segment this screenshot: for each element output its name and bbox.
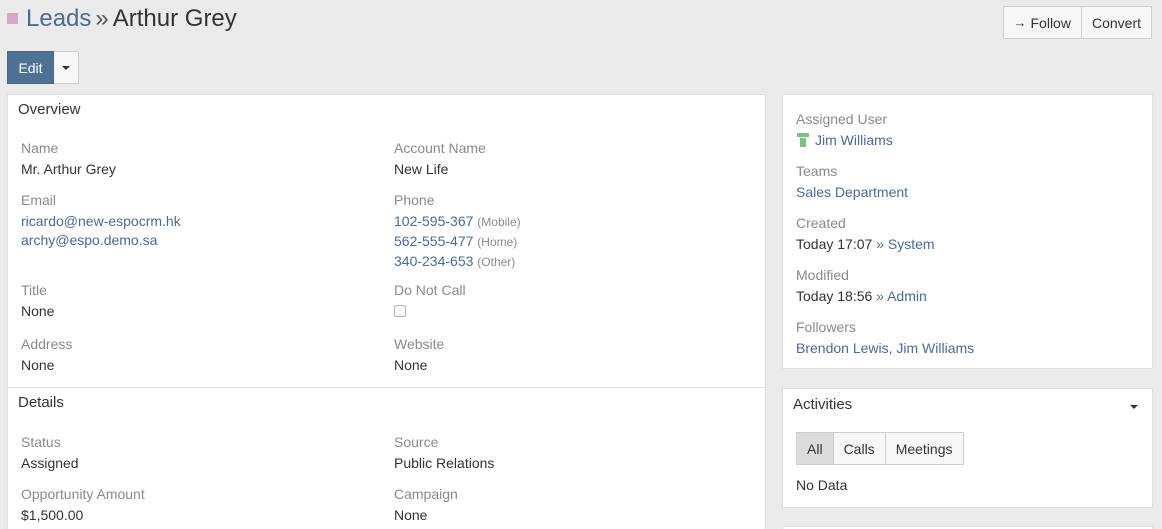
account-name-label: Account Name: [394, 140, 486, 156]
website-label: Website: [394, 336, 445, 352]
email-label: Email: [21, 192, 57, 208]
followers-link[interactable]: Brendon Lewis, Jim Williams: [796, 340, 974, 356]
record-name: Arthur Grey: [112, 5, 237, 32]
follow-button[interactable]: → Follow: [1002, 6, 1082, 39]
header-actions: → Follow Convert: [1002, 6, 1152, 39]
address-label: Address: [21, 336, 73, 352]
email-link[interactable]: ricardo@new-espocrm.hk: [21, 213, 181, 229]
arrow-right-icon: →: [1013, 15, 1027, 30]
activities-heading: Activities: [793, 396, 853, 413]
website-field: Website None: [394, 335, 754, 375]
followers-field: Followers Brendon Lewis, Jim Williams: [796, 318, 974, 358]
title-field: Title None: [21, 281, 381, 321]
team-link[interactable]: Sales Department: [796, 184, 908, 200]
opportunity-amount-value: $1,500.00: [21, 507, 84, 523]
modified-field: Modified Today 18:56 » Admin: [796, 266, 927, 306]
address-field: Address None: [21, 335, 381, 375]
status-field: Status Assigned: [21, 433, 381, 473]
created-by-link[interactable]: » System: [876, 236, 934, 252]
status-value: Assigned: [21, 455, 79, 471]
source-field: Source Public Relations: [394, 433, 754, 473]
source-label: Source: [394, 434, 439, 450]
overview-heading: Overview: [18, 101, 81, 118]
do-not-call-field: Do Not Call: [394, 281, 754, 317]
tab-calls[interactable]: Calls: [833, 432, 886, 465]
breadcrumb-leads-link[interactable]: Leads: [26, 5, 91, 32]
created-label: Created: [796, 215, 846, 231]
breadcrumb-separator: »: [95, 5, 109, 32]
status-label: Status: [21, 434, 61, 450]
created-field: Created Today 17:07 » System: [796, 214, 935, 254]
opportunity-amount-label: Opportunity Amount: [21, 486, 145, 502]
tab-meetings[interactable]: Meetings: [885, 432, 964, 465]
details-heading: Details: [18, 394, 64, 411]
title-value: None: [21, 303, 55, 319]
account-name-field: Account Name New Life: [394, 139, 754, 179]
record-detail-panel: Overview Name Mr. Arthur Grey Account Na…: [7, 94, 766, 529]
account-name-value: New Life: [394, 161, 449, 177]
phone-type: (Other): [477, 255, 516, 269]
edit-button[interactable]: Edit: [7, 51, 54, 84]
email-field: Email ricardo@new-espocrm.hk archy@espo.…: [21, 191, 381, 250]
entity-color-square: [7, 13, 18, 24]
follow-label: Follow: [1030, 14, 1071, 31]
side-panel: Assigned User Jim Williams Teams Sales D…: [782, 94, 1153, 369]
name-value: Mr. Arthur Grey: [21, 161, 116, 177]
do-not-call-checkbox: [394, 305, 406, 317]
activities-empty-text: No Data: [796, 477, 848, 493]
do-not-call-label: Do Not Call: [394, 282, 466, 298]
phone-link[interactable]: 562-555-477: [394, 233, 473, 249]
assigned-user-field: Assigned User Jim Williams: [796, 110, 893, 150]
modified-label: Modified: [796, 267, 849, 283]
activities-tabs: All Calls Meetings: [796, 432, 964, 465]
phone-link[interactable]: 102-595-367: [394, 213, 473, 229]
address-value: None: [21, 357, 55, 373]
tab-all[interactable]: All: [796, 432, 834, 465]
opportunity-amount-field: Opportunity Amount $1,500.00: [21, 485, 381, 525]
title-label: Title: [21, 282, 47, 298]
created-time: Today 17:07: [796, 236, 873, 252]
teams-field: Teams Sales Department: [796, 162, 908, 202]
phone-label: Phone: [394, 192, 435, 208]
phone-type: (Mobile): [477, 215, 521, 229]
modified-time: Today 18:56: [796, 288, 873, 304]
campaign-value: None: [394, 507, 428, 523]
phone-type: (Home): [477, 235, 518, 249]
assigned-user-link[interactable]: Jim Williams: [815, 132, 893, 148]
assigned-user-label: Assigned User: [796, 111, 888, 127]
section-divider: [8, 387, 765, 388]
email-link[interactable]: archy@espo.demo.sa: [21, 232, 157, 248]
phone-field: Phone 102-595-367 (Mobile) 562-555-477 (…: [394, 191, 754, 272]
name-label: Name: [21, 140, 59, 156]
source-value: Public Relations: [394, 455, 495, 471]
page-title: Leads» Arthur Grey: [26, 4, 237, 34]
caret-down-icon[interactable]: [1130, 405, 1138, 409]
modified-by-link[interactable]: » Admin: [876, 288, 927, 304]
phone-link[interactable]: 340-234-653: [394, 253, 473, 269]
followers-label: Followers: [796, 319, 856, 335]
convert-button[interactable]: Convert: [1081, 6, 1152, 39]
teams-label: Teams: [796, 163, 838, 179]
campaign-label: Campaign: [394, 486, 458, 502]
user-icon: [796, 133, 810, 147]
activities-panel: Activities All Calls Meetings No Data: [782, 388, 1153, 508]
name-field: Name Mr. Arthur Grey: [21, 139, 381, 179]
website-value: None: [394, 357, 428, 373]
edit-button-group: Edit: [7, 51, 79, 84]
edit-dropdown-button[interactable]: [54, 51, 79, 84]
campaign-field: Campaign None: [394, 485, 754, 525]
caret-down-icon: [62, 65, 70, 70]
